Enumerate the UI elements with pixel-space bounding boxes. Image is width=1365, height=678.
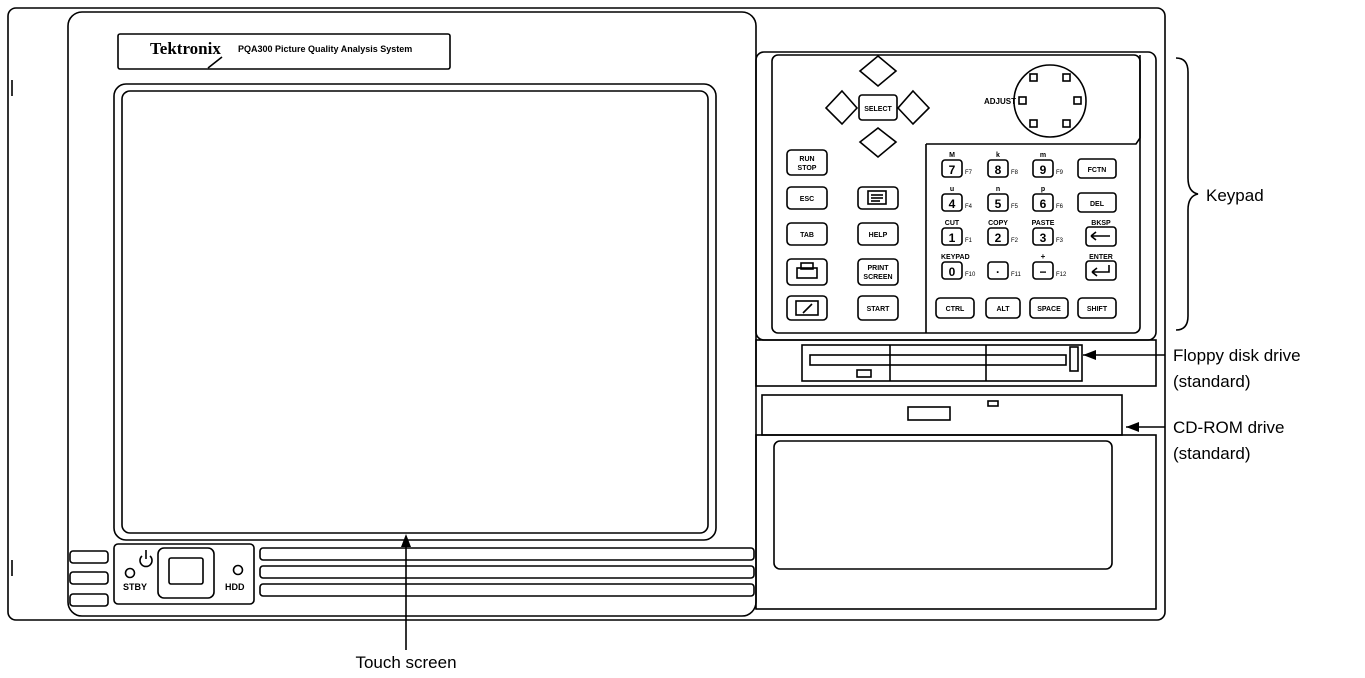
hdd-label: HDD xyxy=(225,582,245,592)
select-label: SELECT xyxy=(864,106,892,113)
floppy-callout-line2: (standard) xyxy=(1173,372,1250,391)
adjust-knob[interactable] xyxy=(1013,64,1087,138)
plus-label: + xyxy=(1041,252,1046,261)
floppy-drive xyxy=(801,344,1083,382)
esc-label: ESC xyxy=(800,196,814,203)
floppy-callout-line1: Floppy disk drive xyxy=(1173,346,1301,365)
screen-label: SCREEN xyxy=(863,274,892,281)
cdrom-arrow xyxy=(1126,422,1139,432)
expansion-bay xyxy=(755,434,1157,610)
cut-label: CUT xyxy=(945,220,960,227)
key-minus: − xyxy=(1039,265,1046,279)
del-label: DEL xyxy=(1090,201,1105,208)
key-3: 3 xyxy=(1040,231,1047,245)
floppy-bay xyxy=(755,339,1157,387)
prefix-u: u xyxy=(950,186,954,193)
fctn-label: FCTN xyxy=(1088,167,1107,174)
floppy-eject[interactable] xyxy=(1069,346,1079,372)
hdd-led xyxy=(232,564,244,576)
cdrom-callout-line2: (standard) xyxy=(1173,444,1250,463)
f4-label: F4 xyxy=(965,204,973,210)
key-7: 7 xyxy=(949,163,956,177)
f10-label: F10 xyxy=(965,272,976,278)
floppy-arrow xyxy=(1083,350,1096,360)
prefix-k: k xyxy=(996,152,1000,159)
power-button[interactable] xyxy=(168,557,204,585)
down-arrow-key[interactable] xyxy=(858,126,898,159)
touch-screen-frame xyxy=(113,83,717,541)
standby-label: STBY xyxy=(123,582,147,592)
brand-logo: Tektronix xyxy=(150,39,221,58)
blank-panel xyxy=(773,440,1113,570)
prefix-n: n xyxy=(996,186,1000,193)
key-0: 0 xyxy=(949,265,956,279)
enter-key[interactable] xyxy=(1085,260,1117,281)
key-6: 6 xyxy=(1040,197,1047,211)
power-button-bezel xyxy=(157,547,215,599)
key-dot: · xyxy=(996,265,1000,279)
key-4: 4 xyxy=(949,197,956,211)
f8-label: F8 xyxy=(1011,170,1019,176)
f6-label: F6 xyxy=(1056,204,1064,210)
model-name: PQA300 Picture Quality Analysis System xyxy=(238,44,412,54)
standby-led xyxy=(124,567,136,579)
f2-label: F2 xyxy=(1011,238,1019,244)
paste-label: PASTE xyxy=(1032,220,1055,227)
prefix-m: m xyxy=(1040,152,1046,159)
prefix-M: M xyxy=(949,152,955,159)
cdrom-eject-button[interactable] xyxy=(907,406,951,421)
front-panel-diagram: Tektronix PQA300 Picture Quality Analysi… xyxy=(7,7,1301,672)
copy-label: COPY xyxy=(988,220,1008,227)
display-bezel xyxy=(67,11,757,617)
f11-label: F11 xyxy=(1011,272,1022,278)
touch-screen-callout: Touch screen xyxy=(355,653,456,672)
cdrom-led xyxy=(987,400,999,407)
key-8: 8 xyxy=(995,163,1002,177)
tab-label: TAB xyxy=(800,232,814,239)
f3-label: F3 xyxy=(1056,238,1064,244)
stop-label: STOP xyxy=(798,165,817,172)
print-label: PRINT xyxy=(868,265,890,272)
key-5: 5 xyxy=(995,197,1002,211)
ctrl-label: CTRL xyxy=(946,306,965,313)
up-arrow-key[interactable] xyxy=(858,54,898,88)
adjust-label: ADJUST xyxy=(984,97,1016,106)
f1-label: F1 xyxy=(965,238,973,244)
f12-label: F12 xyxy=(1056,272,1067,278)
help-label: HELP xyxy=(869,232,888,239)
key-2: 2 xyxy=(995,231,1002,245)
print-screen-key[interactable] xyxy=(857,258,899,286)
f7-label: F7 xyxy=(965,170,973,176)
right-arrow-key[interactable] xyxy=(896,89,931,126)
bksp-label: BKSP xyxy=(1091,220,1111,227)
floppy-slot[interactable] xyxy=(809,354,1067,366)
keypad-brace xyxy=(1175,57,1199,331)
cdrom-drive xyxy=(761,394,1123,436)
keypad-callout: Keypad xyxy=(1206,186,1264,205)
alt-label: ALT xyxy=(996,306,1010,313)
keypad-label: KEYPAD xyxy=(941,254,970,261)
shift-label: SHIFT xyxy=(1087,306,1108,313)
prefix-p: p xyxy=(1041,186,1045,193)
brand-tick xyxy=(207,56,223,69)
enter-label: ENTER xyxy=(1089,254,1113,261)
touch-screen[interactable] xyxy=(121,90,709,534)
start-label: START xyxy=(867,306,891,313)
key-9: 9 xyxy=(1040,163,1047,177)
f9-label: F9 xyxy=(1056,170,1064,176)
key-1: 1 xyxy=(949,231,956,245)
cdrom-callout-line1: CD-ROM drive xyxy=(1173,418,1284,437)
space-label: SPACE xyxy=(1037,306,1061,313)
f5-label: F5 xyxy=(1011,204,1019,210)
left-arrow-key[interactable] xyxy=(824,89,859,126)
run-label: RUN xyxy=(799,156,814,163)
